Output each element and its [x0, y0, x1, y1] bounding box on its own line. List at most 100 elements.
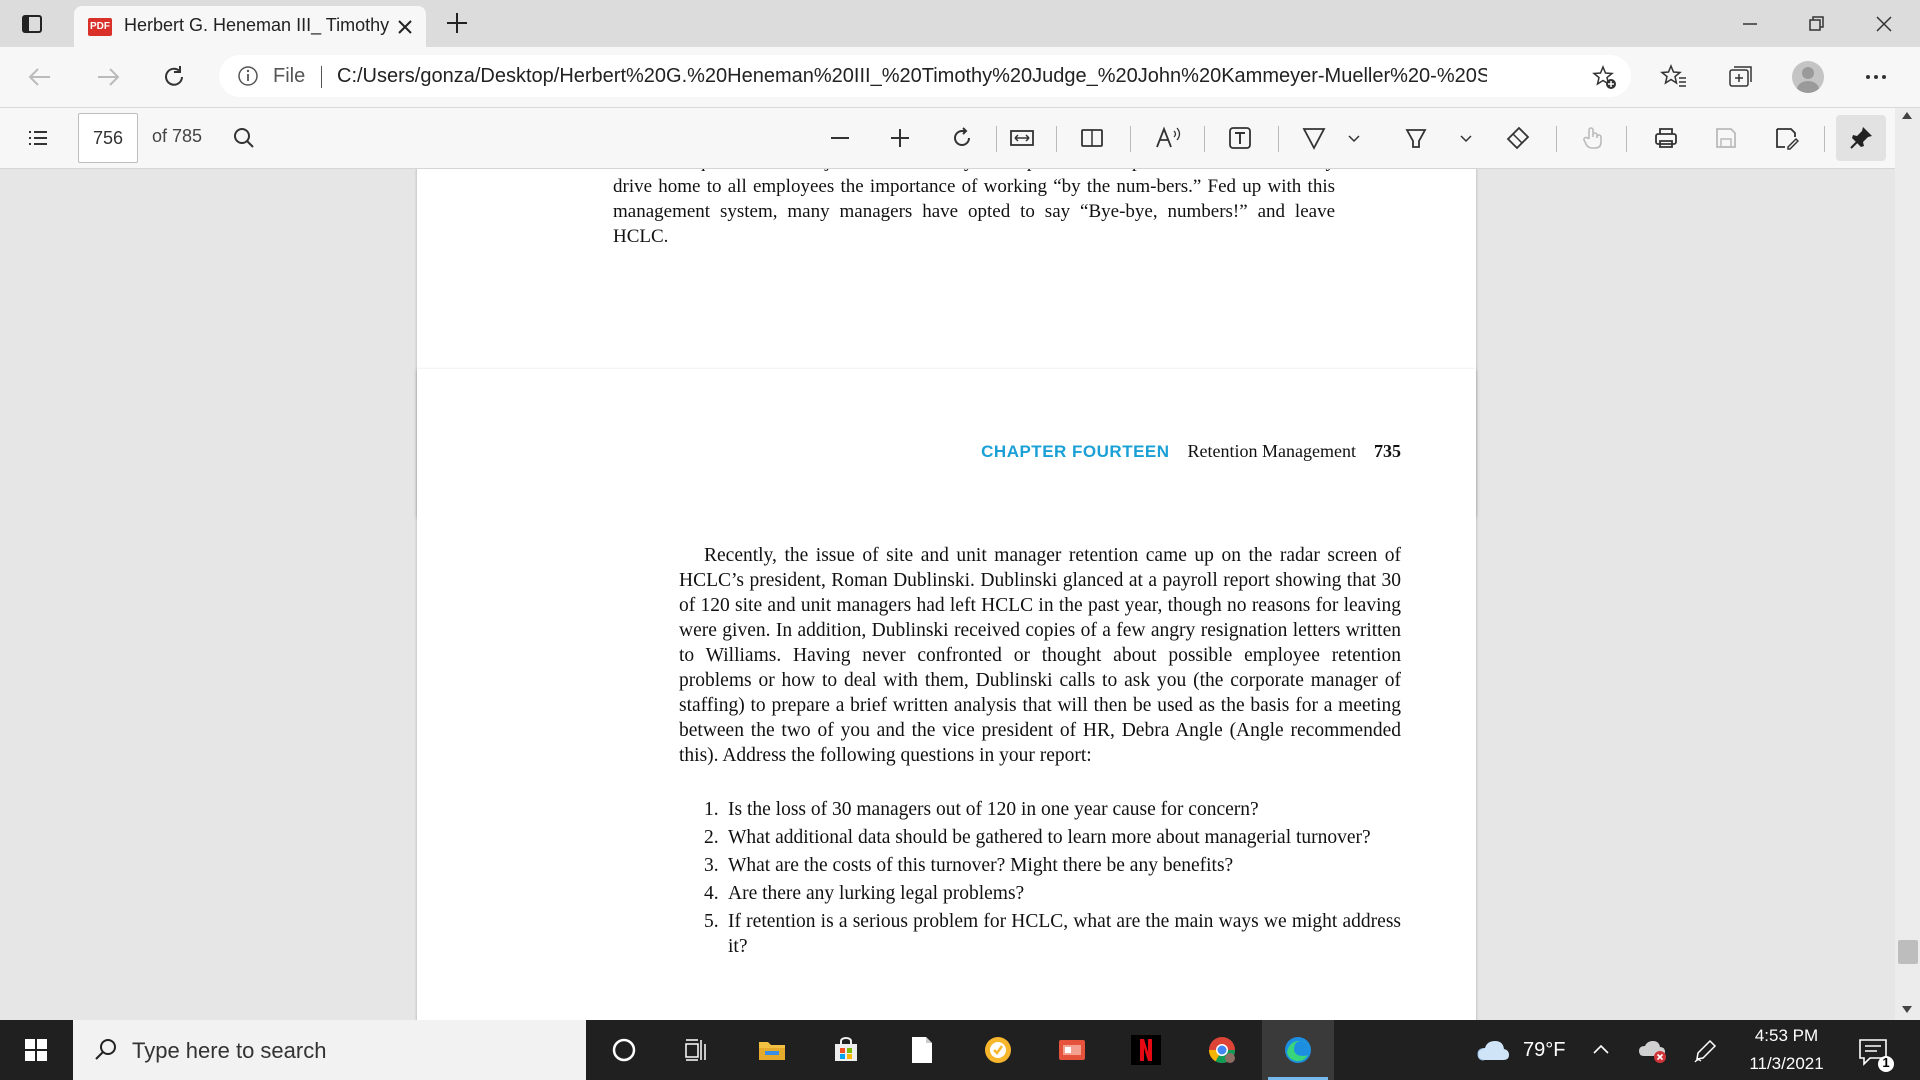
norton-icon[interactable] — [962, 1020, 1034, 1080]
find-icon[interactable] — [222, 116, 266, 160]
toolbar-divider — [1278, 126, 1279, 152]
page-view-icon[interactable] — [1070, 116, 1114, 160]
search-icon — [93, 1037, 119, 1063]
cortana-icon[interactable] — [588, 1020, 660, 1080]
forward-icon[interactable] — [94, 63, 122, 91]
minimize-icon[interactable] — [1720, 0, 1780, 47]
notification-count-badge: 1 — [1882, 1055, 1890, 1070]
page-number-input[interactable]: 756 — [78, 113, 138, 163]
add-favorite-icon[interactable] — [1591, 64, 1617, 90]
case-paragraph: Recently, the issue of site and unit man… — [679, 545, 1401, 766]
weather-icon[interactable] — [1476, 1036, 1510, 1064]
save-as-icon[interactable] — [1764, 116, 1808, 160]
draw-options-chevron-icon[interactable] — [1344, 116, 1364, 160]
url-text[interactable]: C:/Users/gonza/Desktop/Herbert%20G.%20He… — [337, 65, 1487, 88]
table-of-contents-icon[interactable] — [16, 116, 60, 160]
file-explorer-icon[interactable] — [736, 1020, 808, 1080]
more-options-icon[interactable] — [1862, 63, 1890, 91]
highlight-icon[interactable] — [1394, 116, 1438, 160]
close-tab-icon[interactable] — [394, 16, 416, 38]
chapter-title: Retention Management — [1187, 441, 1356, 461]
list-item-text: What additional data should be gathered … — [728, 827, 1371, 848]
start-windows-icon[interactable] — [0, 1020, 72, 1080]
erase-icon[interactable] — [1496, 116, 1540, 160]
rotate-icon[interactable] — [940, 116, 984, 160]
toolbar-divider — [996, 126, 997, 152]
list-item: 1. Is the loss of 30 managers out of 120 … — [704, 797, 1401, 822]
url-divider — [321, 66, 322, 88]
pdf-page-current: CHAPTER FOURTEEN Retention Management 735 … — [417, 369, 1476, 1020]
show-hidden-icons-chevron-icon[interactable] — [1592, 1042, 1610, 1056]
running-header: CHAPTER FOURTEEN Retention Management 735 — [417, 441, 1401, 462]
fit-to-width-icon[interactable] — [1000, 116, 1044, 160]
address-bar[interactable]: File C:/Users/gonza/Desktop/Herbert%20G.… — [219, 55, 1631, 97]
toolbar-divider — [1130, 126, 1131, 152]
list-item-number: 3. — [704, 855, 719, 876]
favorites-icon[interactable] — [1660, 63, 1688, 91]
new-tab-icon[interactable] — [444, 10, 470, 36]
highlight-options-chevron-icon[interactable] — [1456, 116, 1476, 160]
site-info-icon[interactable] — [237, 65, 259, 87]
navigation-bar: File C:/Users/gonza/Desktop/Herbert%20G.… — [0, 47, 1920, 108]
pin-toolbar-icon[interactable] — [1836, 115, 1886, 161]
taskbar-search-box[interactable]: Type here to search — [73, 1020, 586, 1080]
question-list: 1. Is the loss of 30 managers out of 120 … — [704, 797, 1401, 962]
back-icon[interactable] — [26, 63, 54, 91]
touch-mode-icon — [1570, 116, 1614, 160]
list-item-number: 4. — [704, 883, 719, 904]
draw-icon[interactable] — [1292, 116, 1336, 160]
pdf-viewer[interactable]: feels such quick and harsh justice is ne… — [0, 169, 1920, 1020]
tab-strip: PDF Herbert G. Heneman III_ Timothy — [0, 0, 1920, 47]
page-count-label: of 785 — [152, 126, 203, 146]
restore-icon[interactable] — [1786, 0, 1846, 47]
pen-ink-icon[interactable] — [1692, 1038, 1718, 1064]
list-item: 2. What additional data should be gathere… — [704, 825, 1401, 850]
toolbar-divider — [1824, 126, 1825, 152]
refresh-icon[interactable] — [160, 63, 188, 91]
edge-browser-icon[interactable] — [1262, 1020, 1334, 1080]
collections-icon[interactable] — [1726, 63, 1754, 91]
clock-time[interactable]: 4:53 PM — [1730, 1026, 1843, 1046]
vertical-scrollbar[interactable] — [1895, 108, 1920, 1020]
toolbar-divider — [1556, 126, 1557, 152]
close-window-icon[interactable] — [1854, 0, 1914, 47]
tab-actions-icon[interactable] — [20, 12, 44, 36]
search-placeholder: Type here to search — [132, 1038, 327, 1063]
list-item-number: 2. — [704, 827, 719, 848]
clock-date[interactable]: 11/3/2021 — [1730, 1054, 1843, 1074]
active-tab[interactable]: PDF Herbert G. Heneman III_ Timothy — [74, 6, 426, 47]
tab-title: Herbert G. Heneman III_ Timothy — [124, 15, 390, 35]
zoom-in-icon[interactable] — [878, 116, 922, 160]
url-scheme-label: File — [273, 65, 306, 87]
add-text-icon[interactable] — [1218, 116, 1262, 160]
news-app-icon[interactable] — [1036, 1020, 1108, 1080]
list-item-text: Are there any lurking legal problems? — [728, 883, 1025, 904]
onedrive-error-icon[interactable] — [1638, 1038, 1670, 1064]
list-item: 5. If retention is a serious problem for … — [704, 909, 1401, 959]
print-icon[interactable] — [1644, 116, 1688, 160]
read-aloud-icon[interactable] — [1146, 116, 1190, 160]
weather-temperature[interactable]: 79°F — [1523, 1039, 1565, 1062]
scroll-down-arrow-icon[interactable] — [1902, 1006, 1912, 1013]
list-item-text: What are the costs of this turnover? Mig… — [728, 855, 1234, 876]
toolbar-divider — [1626, 126, 1627, 152]
taskbar: Type here to search 79°F 4:53 PM 11/3/20… — [0, 1020, 1920, 1080]
action-center-icon[interactable]: 1 — [1856, 1034, 1896, 1074]
microsoft-store-icon[interactable] — [810, 1020, 882, 1080]
zoom-out-icon[interactable] — [818, 116, 862, 160]
task-view-icon[interactable] — [660, 1020, 732, 1080]
list-item-text: If retention is a serious problem for HC… — [728, 911, 1401, 957]
list-item: 3. What are the costs of this turnover? M… — [704, 853, 1401, 878]
page-number: 735 — [1374, 441, 1401, 461]
save-icon — [1704, 116, 1748, 160]
profile-avatar[interactable] — [1792, 61, 1824, 93]
notepad-icon[interactable] — [886, 1020, 958, 1080]
pdf-file-icon: PDF — [88, 18, 112, 36]
list-item-number: 1. — [704, 799, 719, 820]
scroll-up-arrow-icon[interactable] — [1902, 112, 1912, 119]
previous-page-text: feels such quick and harsh justice is ne… — [613, 169, 1335, 247]
chrome-icon[interactable] — [1186, 1020, 1258, 1080]
netflix-icon[interactable] — [1110, 1020, 1182, 1080]
list-item: 4. Are there any lurking legal problems? — [704, 881, 1401, 906]
scrollbar-thumb[interactable] — [1898, 940, 1918, 964]
